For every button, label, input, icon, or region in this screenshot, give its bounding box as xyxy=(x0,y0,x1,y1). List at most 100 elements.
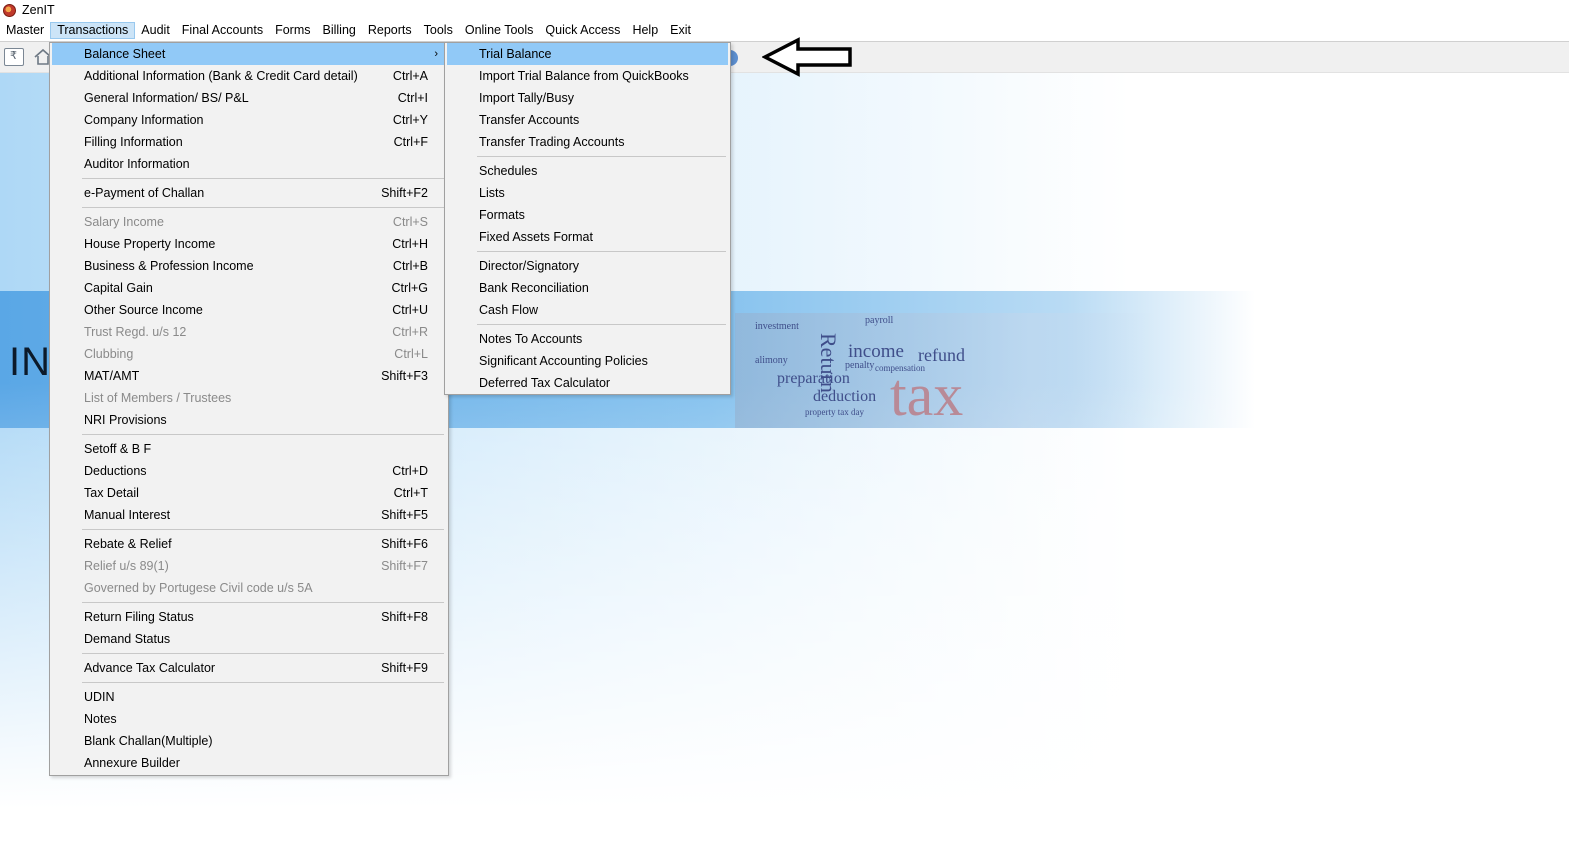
menu-item-return-filing-status[interactable]: Return Filing Status Shift+F8 xyxy=(52,606,446,628)
menu-item-director-signatory[interactable]: Director/Signatory xyxy=(447,255,728,277)
menu-item-label: Deductions xyxy=(84,464,147,478)
menu-item-import-trial-balance-from-quickbooks[interactable]: Import Trial Balance from QuickBooks xyxy=(447,65,728,87)
menu-item-shortcut: Shift+F5 xyxy=(381,508,428,522)
menu-item-blank-challan-multiple[interactable]: Blank Challan(Multiple) xyxy=(52,730,446,752)
menu-item-nri-provisions[interactable]: NRI Provisions xyxy=(52,409,446,431)
menu-item-label: Transfer Accounts xyxy=(479,113,580,127)
menu-item-significant-accounting-policies[interactable]: Significant Accounting Policies xyxy=(447,350,728,372)
menu-item-label: Salary Income xyxy=(84,215,164,229)
wordcloud-word-tax: tax xyxy=(890,362,964,428)
menu-item-list-of-members-trustees: List of Members / Trustees xyxy=(52,387,446,409)
menu-item-notes[interactable]: Notes xyxy=(52,708,446,730)
menu-item-transfer-accounts[interactable]: Transfer Accounts xyxy=(447,109,728,131)
menu-item-shortcut: Shift+F8 xyxy=(381,610,428,624)
menu-separator xyxy=(477,324,726,325)
menu-item-tax-detail[interactable]: Tax Detail Ctrl+T xyxy=(52,482,446,504)
menu-item-setoff-b-f[interactable]: Setoff & B F xyxy=(52,438,446,460)
menu-item-balance-sheet[interactable]: Balance Sheet › xyxy=(52,43,446,65)
wordcloud-word: payroll xyxy=(865,315,894,326)
menu-item-shortcut: Ctrl+R xyxy=(392,325,428,339)
menu-item-governed-by-portugese-civil-code-u-s-5a: Governed by Portugese Civil code u/s 5A xyxy=(52,577,446,599)
menu-item-label: Cash Flow xyxy=(479,303,539,317)
menu-item-manual-interest[interactable]: Manual Interest Shift+F5 xyxy=(52,504,446,526)
menu-item-import-tally-busy[interactable]: Import Tally/Busy xyxy=(447,87,728,109)
menu-item-label: Setoff & B F xyxy=(84,442,152,456)
menu-item-label: Deferred Tax Calculator xyxy=(479,376,611,390)
menu-item-label: Demand Status xyxy=(84,632,171,646)
menu-item-label: Annexure Builder xyxy=(84,756,180,770)
menu-item-shortcut: Ctrl+T xyxy=(393,486,428,500)
menu-item-other-source-income[interactable]: Other Source Income Ctrl+U xyxy=(52,299,446,321)
menu-item-shortcut: Ctrl+D xyxy=(392,464,428,478)
menu-item-deductions[interactable]: Deductions Ctrl+D xyxy=(52,460,446,482)
menu-item-transfer-trading-accounts[interactable]: Transfer Trading Accounts xyxy=(447,131,728,153)
menu-help[interactable]: Help xyxy=(626,22,664,39)
menu-item-auditor-information[interactable]: Auditor Information xyxy=(52,153,446,175)
menu-separator xyxy=(82,178,444,179)
menu-item-label: Auditor Information xyxy=(84,157,190,171)
menu-item-label: Formats xyxy=(479,208,525,222)
menu-item-shortcut: Shift+F7 xyxy=(381,559,428,573)
menu-online-tools[interactable]: Online Tools xyxy=(459,22,540,39)
menu-master[interactable]: Master xyxy=(0,22,50,39)
menu-item-label: Other Source Income xyxy=(84,303,203,317)
menu-item-schedules[interactable]: Schedules xyxy=(447,160,728,182)
menu-billing[interactable]: Billing xyxy=(317,22,362,39)
menu-item-label: Capital Gain xyxy=(84,281,153,295)
wordcloud-word: deduction xyxy=(813,388,877,405)
menu-item-advance-tax-calculator[interactable]: Advance Tax Calculator Shift+F9 xyxy=(52,657,446,679)
menu-item-label: Manual Interest xyxy=(84,508,171,522)
menu-item-business-profession-income[interactable]: Business & Profession Income Ctrl+B xyxy=(52,255,446,277)
menu-item-udin[interactable]: UDIN xyxy=(52,686,446,708)
menu-tools[interactable]: Tools xyxy=(418,22,459,39)
menu-item-label: NRI Provisions xyxy=(84,413,167,427)
menu-separator xyxy=(82,529,444,530)
menu-item-additional-information-bank-credit-card-detail[interactable]: Additional Information (Bank & Credit Ca… xyxy=(52,65,446,87)
menu-item-deferred-tax-calculator[interactable]: Deferred Tax Calculator xyxy=(447,372,728,394)
menu-item-annexure-builder[interactable]: Annexure Builder xyxy=(52,752,446,774)
menu-item-relief-u-s-89-1: Relief u/s 89(1) Shift+F7 xyxy=(52,555,446,577)
menu-item-general-information-bs-p-l[interactable]: General Information/ BS/ P&L Ctrl+I xyxy=(52,87,446,109)
menu-item-label: Balance Sheet xyxy=(84,47,166,61)
menu-item-notes-to-accounts[interactable]: Notes To Accounts xyxy=(447,328,728,350)
menu-item-demand-status[interactable]: Demand Status xyxy=(52,628,446,650)
menu-transactions[interactable]: Transactions xyxy=(50,22,136,39)
transactions-dropdown: Balance Sheet › Additional Information (Ba… xyxy=(49,42,449,776)
menu-item-shortcut: Ctrl+Y xyxy=(392,113,428,127)
menu-item-trial-balance[interactable]: Trial Balance xyxy=(447,43,728,65)
menu-item-capital-gain[interactable]: Capital Gain Ctrl+G xyxy=(52,277,446,299)
menu-exit[interactable]: Exit xyxy=(664,22,697,39)
rupee-icon[interactable] xyxy=(4,48,24,66)
menu-item-mat-amt[interactable]: MAT/AMT Shift+F3 xyxy=(52,365,446,387)
menu-forms[interactable]: Forms xyxy=(269,22,316,39)
menu-separator xyxy=(82,682,444,683)
menu-item-house-property-income[interactable]: House Property Income Ctrl+H xyxy=(52,233,446,255)
menu-item-fixed-assets-format[interactable]: Fixed Assets Format xyxy=(447,226,728,248)
menu-final-accounts[interactable]: Final Accounts xyxy=(176,22,269,39)
menu-item-label: UDIN xyxy=(84,690,115,704)
menu-item-rebate-relief[interactable]: Rebate & Relief Shift+F6 xyxy=(52,533,446,555)
menu-item-bank-reconciliation[interactable]: Bank Reconciliation xyxy=(447,277,728,299)
wordcloud-word: preparation xyxy=(777,370,850,387)
menu-item-shortcut: Ctrl+S xyxy=(392,215,428,229)
menu-item-label: MAT/AMT xyxy=(84,369,140,383)
menu-item-label: Schedules xyxy=(479,164,538,178)
menu-reports[interactable]: Reports xyxy=(362,22,418,39)
menu-item-shortcut: Shift+F6 xyxy=(381,537,428,551)
menu-item-shortcut: Shift+F2 xyxy=(381,186,428,200)
menu-item-label: Relief u/s 89(1) xyxy=(84,559,169,573)
menu-quick-access[interactable]: Quick Access xyxy=(539,22,626,39)
menu-audit[interactable]: Audit xyxy=(135,22,176,39)
menu-item-filling-information[interactable]: Filling Information Ctrl+F xyxy=(52,131,446,153)
menu-item-label: Significant Accounting Policies xyxy=(479,354,648,368)
menu-item-e-payment-of-challan[interactable]: e-Payment of Challan Shift+F2 xyxy=(52,182,446,204)
menu-item-lists[interactable]: Lists xyxy=(447,182,728,204)
menu-item-formats[interactable]: Formats xyxy=(447,204,728,226)
balance-sheet-submenu: Trial Balance Import Trial Balance from Q… xyxy=(444,42,731,395)
menu-item-company-information[interactable]: Company Information Ctrl+Y xyxy=(52,109,446,131)
menu-item-label: Company Information xyxy=(84,113,204,127)
menu-item-cash-flow[interactable]: Cash Flow xyxy=(447,299,728,321)
menu-item-shortcut: Ctrl+G xyxy=(391,281,428,295)
menu-item-label: Additional Information (Bank & Credit Ca… xyxy=(84,69,358,83)
menu-item-shortcut: Ctrl+L xyxy=(394,347,428,361)
